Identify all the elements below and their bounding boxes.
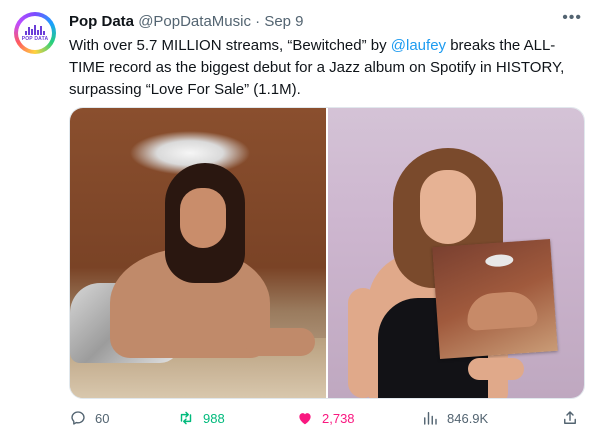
heart-icon [299,413,311,425]
arm-shape [245,328,315,356]
media-grid [69,107,585,399]
retweet-icon [180,411,192,425]
reply-button[interactable]: 60 [69,406,109,430]
more-icon[interactable]: ••• [562,10,582,26]
mention-link[interactable]: @laufey [391,37,446,54]
views-icon [424,412,437,425]
views-count: 846.9K [447,410,489,426]
hand-shape [468,358,524,380]
retweet-count: 988 [203,410,225,426]
retweet-button[interactable]: 988 [177,406,225,430]
arm-shape [348,288,378,398]
reply-count: 60 [95,410,110,426]
tweet-date[interactable]: Sep 9 [264,13,303,30]
header-separator: · [255,13,261,30]
avatar-logo: POP DATA [18,16,52,50]
photo-right[interactable] [328,108,584,398]
face-shape [180,188,226,248]
face-shape [420,170,476,244]
tweet-text: With over 5.7 MILLION streams, “Bewitche… [69,35,579,101]
share-icon [564,411,576,424]
tweet-text-before: With over 5.7 MILLION streams, “Bewitche… [69,37,391,54]
album-hat-shape [484,253,514,268]
photo-left[interactable] [70,108,326,398]
like-count: 2,738 [322,410,355,426]
author-handle[interactable]: @PopDataMusic [138,13,251,30]
share-button[interactable] [561,406,579,430]
avatar-text: POP DATA [21,35,49,42]
like-button[interactable]: 2,738 [296,406,355,430]
tweet-header: Pop Data @PopDataMusic · Sep 9 [69,12,558,32]
action-bar: 60 988 2,738 846.9K [69,406,583,430]
views-button[interactable]: 846.9K [421,406,488,430]
reply-icon [71,411,85,425]
author-name[interactable]: Pop Data [69,13,134,30]
avatar-bars-icon [25,24,45,35]
album-figure-shape [465,290,538,331]
album-cover-shape [432,239,558,359]
avatar[interactable]: POP DATA [14,12,56,54]
